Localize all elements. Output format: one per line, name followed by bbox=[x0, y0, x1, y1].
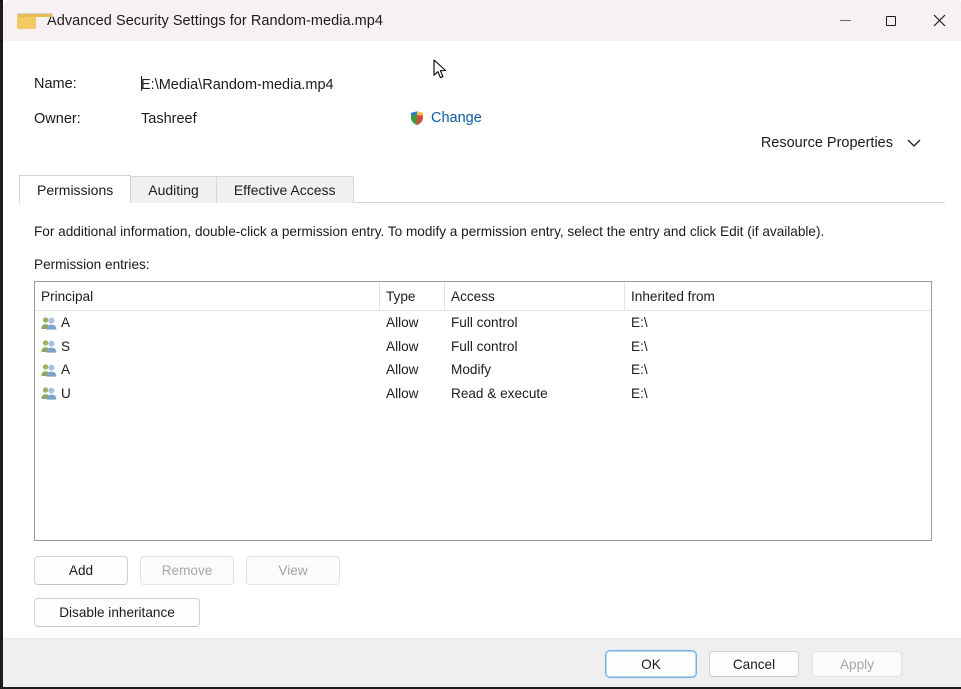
resource-properties-expander[interactable]: Resource Properties bbox=[761, 135, 921, 151]
title-bar: Advanced Security Settings for Random-me… bbox=[3, 0, 961, 41]
cell-access: Full control bbox=[445, 315, 625, 330]
tab-effective-access-label: Effective Access bbox=[234, 182, 336, 198]
tab-auditing-label: Auditing bbox=[148, 182, 199, 198]
cell-access: Modify bbox=[445, 362, 625, 377]
cell-type: Allow bbox=[380, 315, 445, 330]
cell-principal: U bbox=[35, 386, 380, 401]
cancel-button[interactable]: Cancel bbox=[709, 651, 799, 677]
maximize-button[interactable] bbox=[868, 0, 914, 41]
users-group-icon bbox=[41, 316, 58, 330]
chevron-down-icon bbox=[907, 139, 921, 148]
minimize-icon bbox=[840, 20, 851, 21]
cell-inherited-from: E:\ bbox=[625, 386, 931, 401]
tab-effective-access[interactable]: Effective Access bbox=[216, 176, 354, 203]
apply-button[interactable]: Apply bbox=[812, 651, 902, 677]
folder-icon bbox=[17, 13, 37, 29]
dialog-content: Name: E:\Media\Random-media.mp4 Owner: T… bbox=[3, 41, 961, 638]
table-row[interactable]: U Allow Read & execute E:\ bbox=[35, 382, 931, 406]
close-button[interactable] bbox=[914, 0, 961, 41]
principal-name: A bbox=[61, 315, 70, 330]
change-owner-link[interactable]: Change bbox=[409, 110, 482, 126]
owner-label: Owner: bbox=[34, 111, 81, 127]
name-label: Name: bbox=[34, 76, 77, 92]
tab-permissions[interactable]: Permissions bbox=[19, 175, 131, 203]
remove-button[interactable]: Remove bbox=[140, 556, 234, 585]
column-header-inherited-from[interactable]: Inherited from bbox=[625, 282, 931, 310]
cell-inherited-from: E:\ bbox=[625, 362, 931, 377]
change-link-label: Change bbox=[431, 110, 482, 126]
view-button[interactable]: View bbox=[246, 556, 340, 585]
ok-button[interactable]: OK bbox=[606, 651, 696, 677]
cell-inherited-from: E:\ bbox=[625, 339, 931, 354]
permission-entries-list[interactable]: Principal Type Access Inherited from bbox=[34, 281, 932, 541]
window-controls bbox=[822, 0, 961, 41]
permission-entries-label: Permission entries: bbox=[34, 257, 150, 272]
cell-type: Allow bbox=[380, 386, 445, 401]
list-header-row: Principal Type Access Inherited from bbox=[35, 282, 931, 311]
principal-name: A bbox=[61, 362, 70, 377]
name-value-text: E:\Media\Random-media.mp4 bbox=[141, 77, 334, 93]
add-button[interactable]: Add bbox=[34, 556, 128, 585]
owner-value: Tashreef bbox=[141, 111, 197, 127]
table-row[interactable]: S Allow Full control E:\ bbox=[35, 335, 931, 359]
users-group-icon bbox=[41, 339, 58, 353]
column-header-type[interactable]: Type bbox=[380, 282, 445, 310]
cell-access: Read & execute bbox=[445, 386, 625, 401]
cell-principal: A bbox=[35, 362, 380, 377]
minimize-button[interactable] bbox=[822, 0, 868, 41]
table-row[interactable]: A Allow Full control E:\ bbox=[35, 311, 931, 335]
users-group-icon bbox=[41, 363, 58, 377]
column-header-access[interactable]: Access bbox=[445, 282, 625, 310]
cell-type: Allow bbox=[380, 339, 445, 354]
cell-principal: S bbox=[35, 339, 380, 354]
uac-shield-icon bbox=[409, 110, 425, 126]
users-group-icon bbox=[41, 386, 58, 400]
tab-strip: Permissions Auditing Effective Access bbox=[19, 175, 945, 203]
window-title: Advanced Security Settings for Random-me… bbox=[47, 13, 383, 29]
close-icon bbox=[933, 14, 946, 27]
disable-inheritance-button[interactable]: Disable inheritance bbox=[34, 598, 200, 627]
cell-access: Full control bbox=[445, 339, 625, 354]
help-text: For additional information, double-click… bbox=[34, 224, 824, 239]
principal-name: U bbox=[61, 386, 71, 401]
advanced-security-settings-window: Advanced Security Settings for Random-me… bbox=[0, 0, 961, 689]
cell-principal: A bbox=[35, 315, 380, 330]
cell-type: Allow bbox=[380, 362, 445, 377]
cell-inherited-from: E:\ bbox=[625, 315, 931, 330]
principal-name: S bbox=[61, 339, 70, 354]
tab-permissions-label: Permissions bbox=[37, 182, 113, 198]
maximize-icon bbox=[886, 16, 896, 26]
name-value: E:\Media\Random-media.mp4 bbox=[141, 76, 334, 93]
resource-properties-label: Resource Properties bbox=[761, 135, 893, 151]
column-header-principal[interactable]: Principal bbox=[35, 282, 380, 310]
dialog-footer: OK Cancel Apply bbox=[3, 638, 961, 687]
table-row[interactable]: A Allow Modify E:\ bbox=[35, 358, 931, 382]
tab-auditing[interactable]: Auditing bbox=[130, 176, 217, 203]
